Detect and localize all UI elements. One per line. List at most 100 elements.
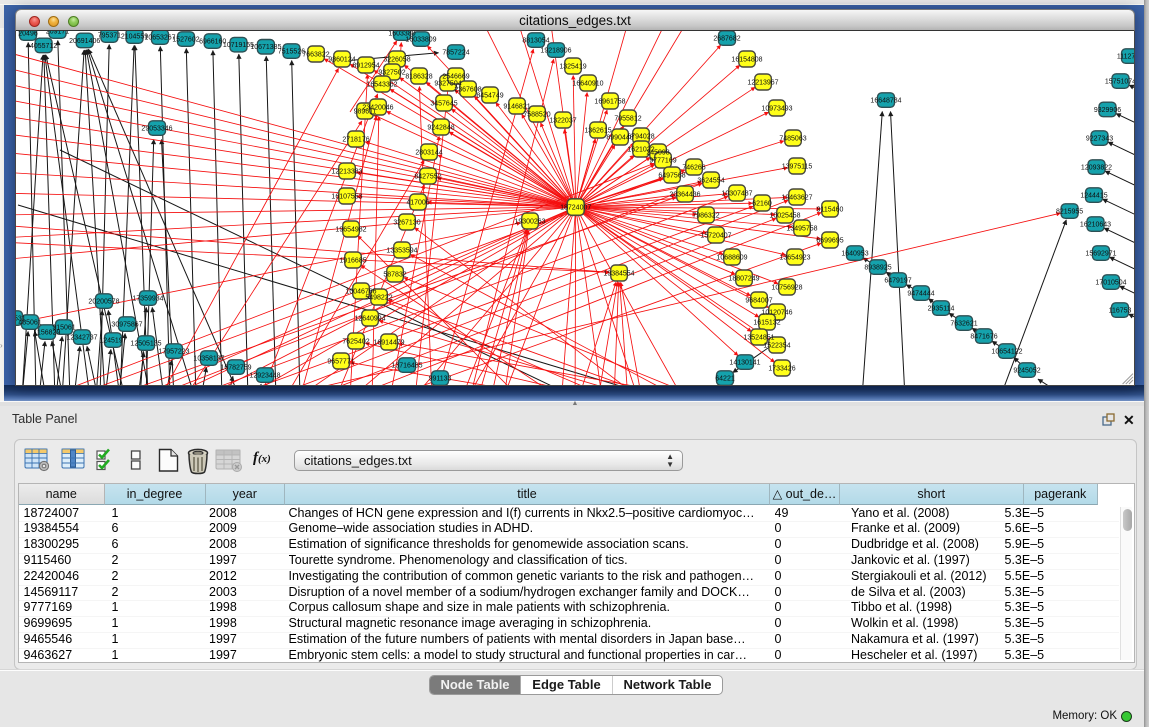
svg-text:14130141: 14130141: [729, 359, 760, 366]
svg-text:16914479: 16914479: [373, 339, 404, 346]
svg-text:10120746: 10120746: [761, 309, 792, 316]
svg-text:20496: 20496: [18, 31, 38, 37]
svg-text:2687682: 2687682: [713, 35, 740, 42]
svg-text:16640910: 16640910: [572, 80, 603, 87]
svg-text:7632621: 7632621: [950, 320, 977, 327]
svg-text:915061: 915061: [52, 324, 75, 331]
svg-text:3226058: 3226058: [383, 56, 410, 63]
svg-text:13524851: 13524851: [743, 334, 774, 341]
svg-text:16961758: 16961758: [594, 98, 625, 105]
svg-text:7986322: 7986322: [692, 212, 719, 219]
svg-text:7588520: 7588520: [523, 111, 550, 118]
svg-text:9245052: 9245052: [1013, 367, 1040, 374]
svg-text:8215955: 8215955: [1056, 208, 1083, 215]
svg-text:5498222: 5498222: [365, 294, 392, 301]
svg-text:9327502: 9327502: [378, 69, 405, 76]
svg-text:20200578: 20200578: [88, 298, 119, 305]
svg-text:1522354: 1522354: [763, 342, 790, 349]
svg-text:9146821: 9146821: [503, 103, 530, 110]
svg-text:1244415: 1244415: [1080, 192, 1107, 199]
svg-text:10025458: 10025458: [769, 212, 800, 219]
svg-text:19384554: 19384554: [603, 270, 634, 277]
svg-text:1322037: 1322037: [549, 117, 576, 124]
svg-text:116753: 116753: [1109, 307, 1132, 314]
svg-text:20364436: 20364436: [669, 191, 700, 198]
svg-text:10307487: 10307487: [721, 190, 752, 197]
svg-text:3624554: 3624554: [697, 177, 724, 184]
svg-text:1325419: 1325419: [559, 63, 586, 70]
svg-text:1916685: 1916685: [339, 257, 366, 264]
svg-text:16033809: 16033809: [405, 36, 436, 43]
svg-text:19654982: 19654982: [335, 226, 366, 233]
svg-text:9227343: 9227343: [1086, 135, 1113, 142]
svg-text:991133: 991133: [429, 375, 452, 382]
svg-text:16210643: 16210643: [1080, 221, 1111, 228]
svg-text:16154808: 16154808: [731, 56, 762, 63]
svg-text:18807249: 18807249: [728, 275, 759, 282]
svg-text:30975867: 30975867: [111, 321, 142, 328]
svg-text:2718176: 2718176: [342, 136, 369, 143]
svg-text:9474444: 9474444: [907, 290, 934, 297]
svg-text:13975115: 13975115: [782, 163, 813, 170]
svg-text:20691406: 20691406: [69, 38, 100, 45]
svg-text:4055712: 4055712: [30, 43, 57, 50]
svg-text:12213967: 12213967: [747, 79, 778, 86]
svg-text:19463627: 19463627: [781, 194, 812, 201]
svg-text:1112704: 1112704: [1117, 53, 1134, 60]
svg-text:12640994: 12640994: [354, 315, 385, 322]
svg-text:2803144: 2803144: [415, 149, 442, 156]
svg-text:209171: 209171: [46, 31, 69, 35]
svg-text:23420046: 23420046: [362, 104, 393, 111]
svg-text:16648784: 16648784: [870, 97, 901, 104]
svg-text:1615132: 1615132: [753, 319, 780, 326]
svg-text:7955812: 7955812: [614, 115, 641, 122]
svg-text:6794028: 6794028: [627, 133, 654, 140]
svg-text:7515526: 7515526: [278, 48, 305, 55]
svg-text:8471676: 8471676: [970, 333, 997, 340]
svg-text:12213383: 12213383: [331, 168, 362, 175]
svg-text:62160: 62160: [752, 200, 772, 207]
svg-text:16543362: 16543362: [366, 81, 397, 88]
svg-text:12505135: 12505135: [130, 340, 161, 347]
svg-text:17957223: 17957223: [158, 348, 189, 355]
svg-text:13353594: 13353594: [386, 247, 417, 254]
svg-text:29053346: 29053346: [141, 125, 172, 132]
svg-text:8912954: 8912954: [352, 62, 379, 69]
svg-text:8938925: 8938925: [864, 264, 891, 271]
svg-text:9242848: 9242848: [427, 124, 454, 131]
svg-text:8813054: 8813054: [522, 37, 549, 44]
svg-text:17010504: 17010504: [1095, 279, 1126, 286]
svg-text:1733426: 1733426: [768, 365, 795, 372]
svg-text:8427552: 8427552: [414, 173, 441, 180]
svg-text:17359934: 17359934: [132, 295, 163, 302]
svg-text:10654122: 10654122: [991, 348, 1022, 355]
svg-text:16782759: 16782759: [220, 364, 251, 371]
svg-text:6699695: 6699695: [816, 237, 843, 244]
svg-text:13654923: 13654923: [779, 254, 810, 261]
svg-text:10756928: 10756928: [771, 284, 802, 291]
svg-text:1640953: 1640953: [841, 250, 868, 257]
svg-text:6479197: 6479197: [884, 277, 911, 284]
svg-text:7857224: 7857224: [442, 49, 469, 56]
svg-text:64221: 64221: [715, 375, 735, 382]
svg-text:8186328: 8186328: [405, 73, 432, 80]
svg-text:15692971: 15692971: [1085, 250, 1116, 257]
svg-text:9115460: 9115460: [817, 206, 844, 213]
svg-text:3457645: 3457645: [430, 100, 457, 107]
svg-text:8454749: 8454749: [476, 92, 503, 99]
svg-text:15751074: 15751074: [1105, 78, 1134, 85]
svg-text:6497568: 6497568: [658, 172, 685, 179]
svg-text:10688609: 10688609: [716, 254, 747, 261]
svg-text:245098: 245098: [646, 149, 669, 156]
svg-text:9777169: 9777169: [649, 157, 676, 164]
svg-text:13716485: 13716485: [391, 362, 422, 369]
svg-text:417006: 417006: [406, 199, 429, 206]
svg-text:10653267: 10653267: [144, 34, 175, 41]
svg-text:7663822: 7663822: [302, 51, 329, 58]
svg-text:13495758: 13495758: [786, 225, 817, 232]
svg-text:795371: 795371: [98, 32, 121, 39]
svg-text:7485063: 7485063: [779, 135, 806, 142]
svg-text:9329906: 9329906: [1094, 107, 1121, 114]
svg-text:10973493: 10973493: [761, 105, 792, 112]
svg-text:10358137: 10358137: [193, 355, 224, 362]
